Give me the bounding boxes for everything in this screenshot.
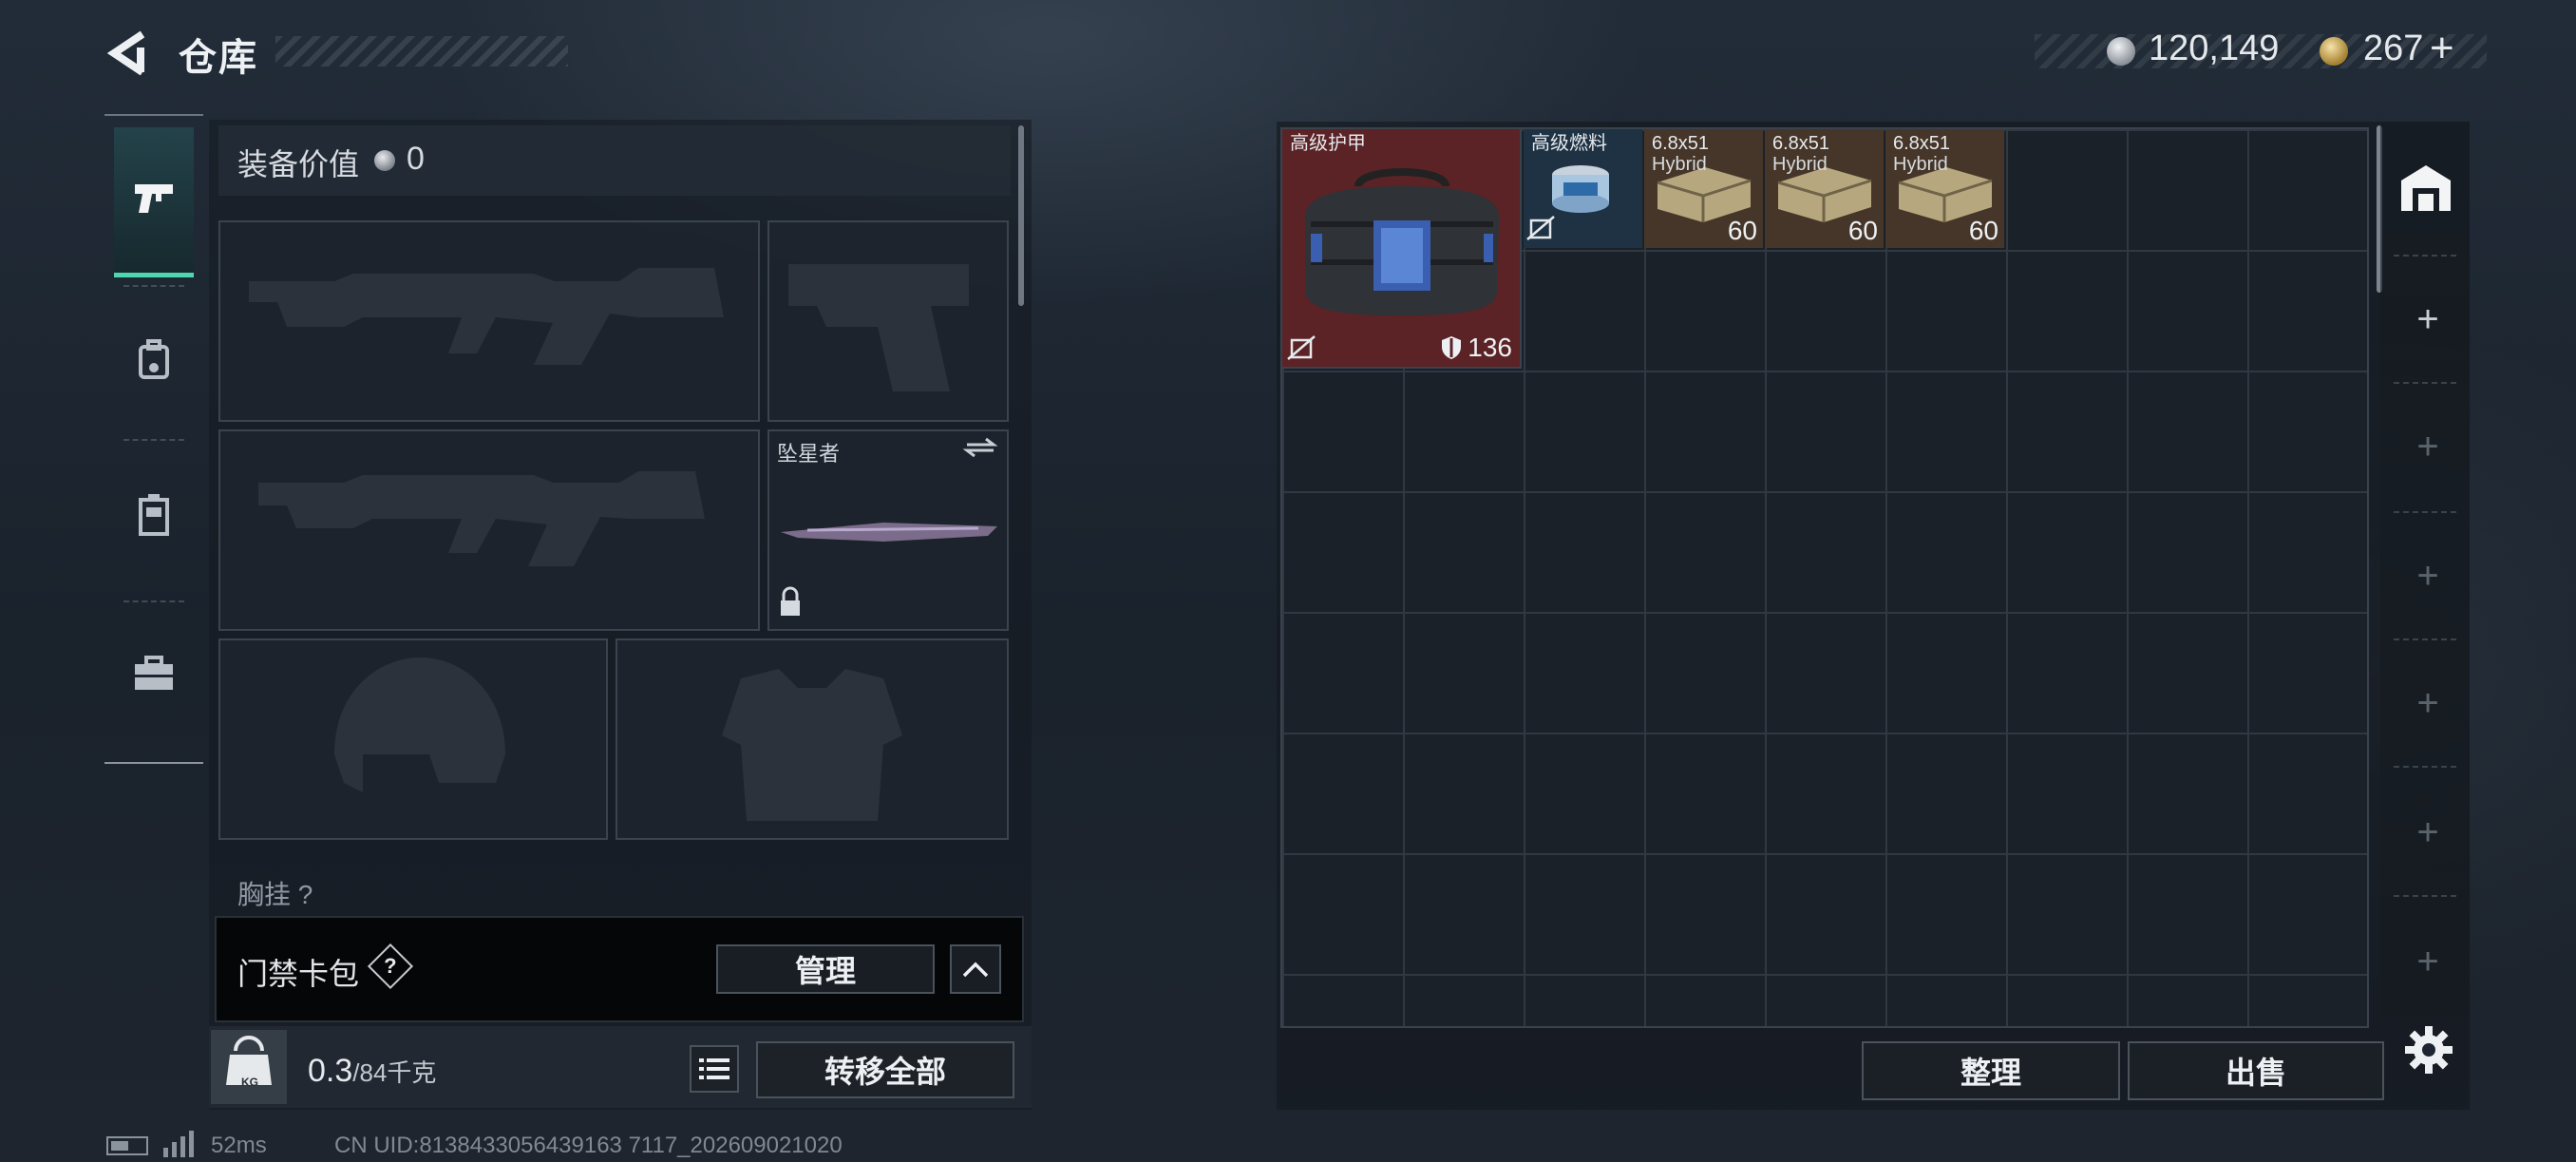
tab-rig[interactable] (114, 443, 194, 593)
silver-coin-icon (374, 150, 395, 171)
rifle-silhouette-icon (258, 471, 705, 566)
vest-silhouette-icon (722, 669, 902, 821)
item-subname: Hybrid (1772, 154, 1828, 175)
tab-weapons[interactable] (114, 127, 194, 277)
backpack-icon (135, 338, 173, 386)
item-name: 6.8x51 (1893, 133, 1951, 154)
sidearm-slot[interactable] (767, 220, 1009, 422)
armor-bag-icon (1304, 168, 1500, 315)
back-arrow-icon[interactable] (104, 29, 150, 78)
item-subname: Hybrid (1893, 154, 1948, 175)
sort-button[interactable]: 整理 (1862, 1041, 2120, 1100)
helmet-silhouette-icon (334, 657, 505, 792)
list-view-button[interactable] (690, 1045, 739, 1093)
fuel-can-icon (1552, 165, 1609, 213)
primary-weapon-slot[interactable] (218, 220, 760, 422)
locked-storage-page: + (2416, 682, 2439, 724)
gold-coin-icon (2320, 37, 2348, 66)
transfer-all-button[interactable]: 转移全部 (756, 1041, 1014, 1098)
helmet-slot[interactable] (218, 638, 608, 840)
gold-currency-value: 267 (2363, 29, 2424, 68)
durability-readout: 136 (1441, 333, 1512, 363)
tabs-bottom-divider (104, 762, 203, 764)
rail-divider (2394, 255, 2456, 257)
rail-divider (2394, 766, 2456, 768)
uid-text: CN UID:8138433056439163 7117_20260902102… (334, 1133, 843, 1158)
armor-item[interactable]: 高级护甲 136 (1282, 129, 1522, 369)
item-count: 60 (1847, 216, 1878, 245)
secondary-weapon-slot[interactable] (218, 429, 760, 631)
equipment-value: 0 (407, 141, 425, 177)
item-subname: Hybrid (1652, 154, 1707, 175)
locked-storage-page: + (2416, 555, 2439, 597)
chest-help-icon[interactable]: ? (298, 880, 313, 909)
no-trade-icon (1526, 216, 1555, 240)
add-currency-button[interactable]: + (2430, 25, 2454, 72)
lock-icon (781, 586, 800, 616)
equipment-value-label: 装备价值 (237, 147, 360, 181)
melee-slot[interactable]: 坠星者 (767, 429, 1009, 631)
durability-value: 136 (1468, 333, 1512, 362)
rail-divider (2394, 638, 2456, 640)
tab-case[interactable] (114, 600, 194, 751)
pistol-silhouette-icon (788, 264, 969, 391)
locked-storage-page: + (2416, 941, 2439, 982)
briefcase-icon (132, 655, 176, 696)
rig-icon (135, 493, 173, 543)
tab-divider (123, 439, 184, 441)
item-count: 60 (1727, 216, 1757, 245)
chest-rig-label: 胸挂 ? (237, 880, 313, 909)
manage-button[interactable]: 管理 (716, 944, 935, 994)
item-name: 6.8x51 (1772, 133, 1830, 154)
weight-readout: 0.3/84千克 (308, 1053, 436, 1090)
keycard-label: 门禁卡包 (237, 957, 360, 991)
weight-current: 0.3 (308, 1053, 353, 1089)
warehouse-home-icon[interactable] (2397, 160, 2454, 217)
rifle-silhouette-icon (249, 268, 724, 365)
battery-icon (106, 1136, 148, 1155)
locked-storage-page: + (2416, 426, 2439, 467)
add-storage-page-button[interactable]: + (2409, 300, 2447, 338)
page-title: 仓库 (179, 37, 258, 79)
ping-text: 52ms (211, 1133, 267, 1158)
title-decoration (275, 36, 568, 67)
equipment-scrollbar[interactable] (1018, 125, 1024, 306)
tab-backpack[interactable] (114, 287, 194, 437)
weight-max: /84千克 (352, 1058, 437, 1087)
collapse-button[interactable] (950, 944, 1001, 994)
signal-icon (163, 1131, 196, 1157)
armor-slot[interactable] (616, 638, 1009, 840)
weight-icon (211, 1030, 287, 1104)
fuel-item[interactable]: 高级燃料 (1524, 129, 1642, 248)
list-icon (699, 1058, 729, 1079)
locked-storage-page: + (2416, 811, 2439, 853)
gear-icon[interactable] (2403, 1024, 2454, 1076)
chevron-up-icon (962, 962, 989, 978)
ammo-item[interactable]: 6.8x51 Hybrid 60 (1765, 129, 1884, 248)
kg-label: KG (241, 1076, 258, 1089)
swap-icon[interactable] (962, 437, 998, 458)
silver-coin-icon (2107, 37, 2135, 66)
help-glyph: ? (384, 953, 397, 978)
item-count: 60 (1968, 216, 1998, 245)
sell-button[interactable]: 出售 (2128, 1041, 2384, 1100)
rail-divider (2394, 895, 2456, 897)
item-name: 6.8x51 (1652, 133, 1710, 154)
knife-icon (781, 523, 997, 542)
tabs-top-divider (104, 114, 203, 116)
rail-divider (2394, 382, 2456, 384)
pistol-icon (131, 179, 177, 221)
rail-divider (2394, 511, 2456, 513)
no-trade-icon (1287, 335, 1316, 360)
shield-icon (1442, 336, 1462, 359)
silver-currency-value: 120,149 (2149, 29, 2280, 68)
ammo-item[interactable]: 6.8x51 Hybrid 60 (1644, 129, 1763, 248)
ammo-item[interactable]: 6.8x51 Hybrid 60 (1885, 129, 2004, 248)
